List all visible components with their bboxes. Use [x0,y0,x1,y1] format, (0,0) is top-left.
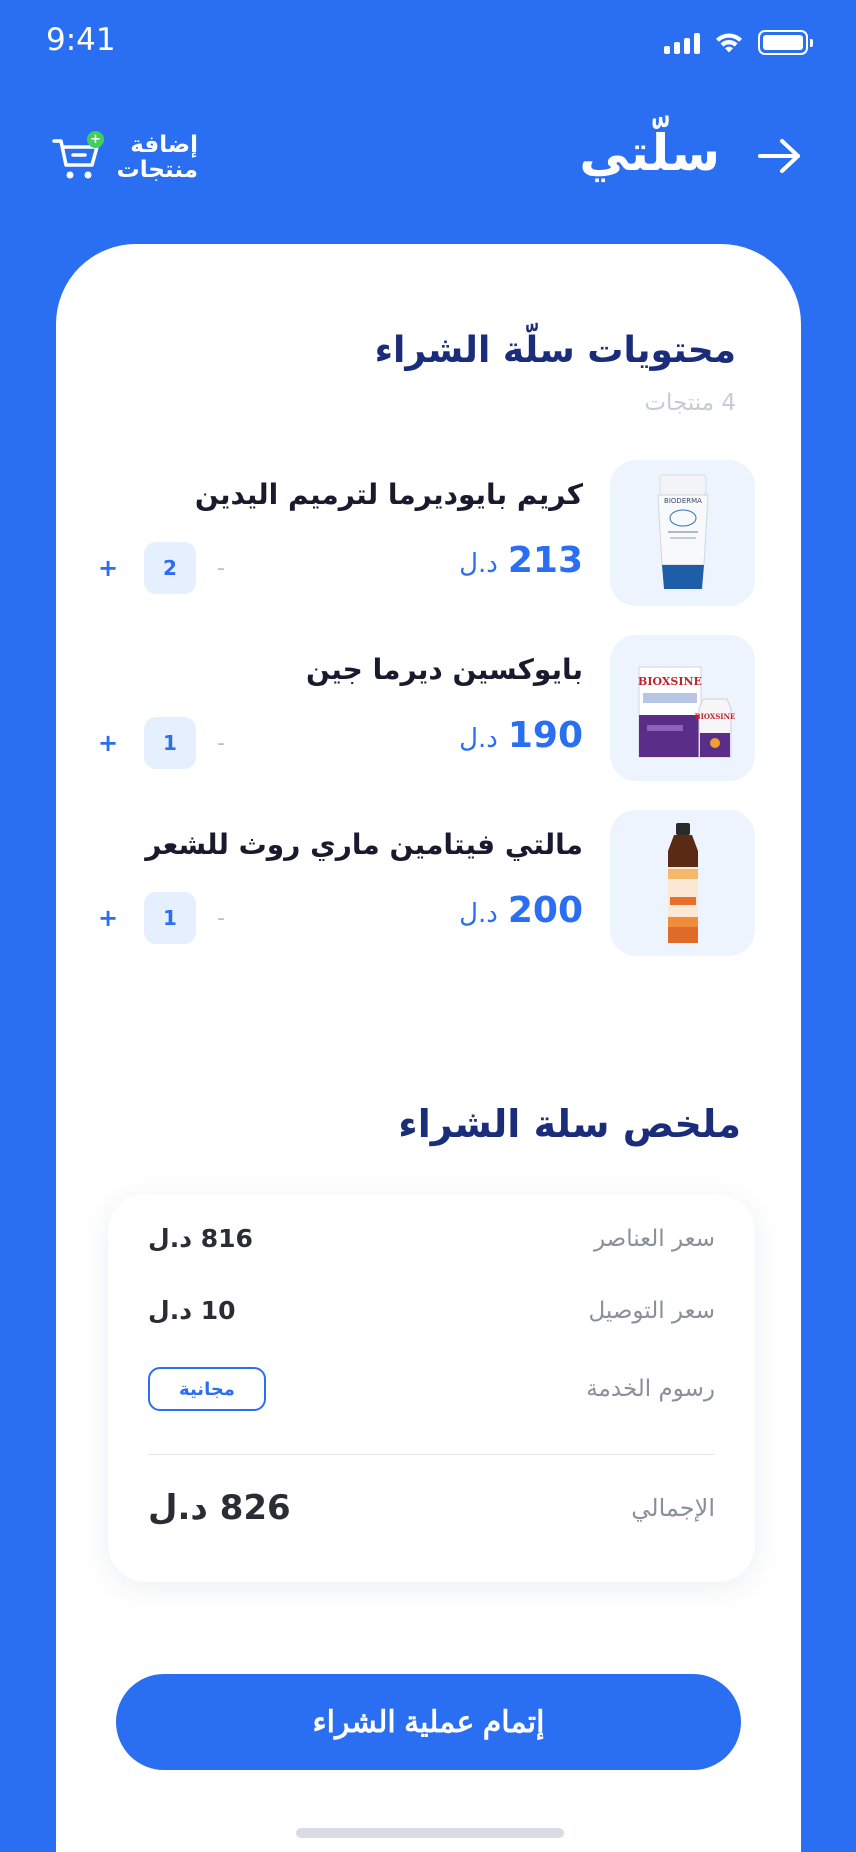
service-fee-label: رسوم الخدمة [586,1376,715,1402]
cart-add-icon: + [52,131,104,181]
back-arrow-icon[interactable] [758,138,802,174]
home-indicator [296,1828,564,1838]
page-title: سلّتي [579,124,720,182]
price-value: 200 [507,890,583,931]
total-label: الإجمالي [631,1494,715,1522]
quantity-value: 1 [144,892,196,944]
product-count: 4 منتجات [644,390,736,416]
total-value: 826 د.ل [148,1488,291,1528]
increase-button[interactable]: + [80,729,136,757]
price-value: 213 [507,540,583,581]
increase-button[interactable]: + [80,904,136,932]
increase-button[interactable]: + [80,554,136,582]
checkout-button[interactable]: إتمام عملية الشراء [116,1674,741,1770]
product-image-mary-ruth[interactable] [610,810,755,956]
items-price-value: 816 د.ل [148,1224,253,1253]
free-badge: مجانية [148,1367,266,1411]
cart-contents-title: محتويات سلّة الشراء [374,330,736,371]
items-price-label: سعر العناصر [593,1225,715,1252]
product-price: 200 د.ل [459,890,583,931]
summary-card: سعر العناصر 816 د.ل سعر التوصيل 10 د.ل ر… [108,1194,755,1582]
decrease-button[interactable]: - [196,731,246,756]
currency: د.ل [459,549,498,579]
status-icons [664,30,813,55]
product-price: 213 د.ل [459,540,583,581]
add-products-label-line2: منتجات [116,157,198,183]
product-image-bioderma[interactable]: BIODERMA [610,460,755,606]
summary-title: ملخص سلة الشراء [398,1102,741,1146]
cart-item: BIOXSINE BIOXSINE بايوكسين ديرما جين 190… [56,635,801,781]
quantity-stepper: + 2 - [80,542,246,594]
product-name: بايوكسين ديرما جين [306,653,583,686]
currency: د.ل [459,724,498,754]
delivery-row: سعر التوصيل 10 د.ل [148,1296,715,1325]
total-row: الإجمالي 826 د.ل [148,1488,715,1528]
product-price: 190 د.ل [459,715,583,756]
quantity-stepper: + 1 - [80,717,246,769]
svg-text:BIODERMA: BIODERMA [664,497,702,505]
items-price-row: سعر العناصر 816 د.ل [148,1224,715,1253]
service-fee-row: رسوم الخدمة مجانية [148,1367,715,1411]
svg-text:BIOXSINE: BIOXSINE [638,675,702,688]
product-name: كريم بايوديرما لترميم اليدين [194,478,583,511]
quantity-stepper: + 1 - [80,892,246,944]
currency: د.ل [459,899,498,929]
wifi-icon [716,32,742,52]
product-name: مالتي فيتامين ماري روث للشعر [145,828,583,861]
plus-badge-icon: + [87,131,104,148]
product-image-bioxsine[interactable]: BIOXSINE BIOXSINE [610,635,755,781]
decrease-button[interactable]: - [196,906,246,931]
divider [148,1454,715,1455]
cart-item: مالتي فيتامين ماري روث للشعر 200 د.ل + 1 … [56,810,801,956]
delivery-label: سعر التوصيل [588,1297,715,1324]
decrease-button[interactable]: - [196,556,246,581]
delivery-value: 10 د.ل [148,1296,236,1325]
svg-text:BIOXSINE: BIOXSINE [694,712,735,721]
battery-icon [758,30,813,55]
cart-sheet: محتويات سلّة الشراء 4 منتجات BIODERMA كر… [56,244,801,1852]
quantity-value: 2 [144,542,196,594]
add-products-button[interactable]: + إضافة منتجات [52,131,198,183]
status-time: 9:41 [46,22,116,58]
add-products-label-line1: إضافة [130,132,198,158]
cart-item: BIODERMA كريم بايوديرما لترميم اليدين 21… [56,460,801,606]
cellular-signal-icon [664,32,700,54]
price-value: 190 [507,715,583,756]
quantity-value: 1 [144,717,196,769]
